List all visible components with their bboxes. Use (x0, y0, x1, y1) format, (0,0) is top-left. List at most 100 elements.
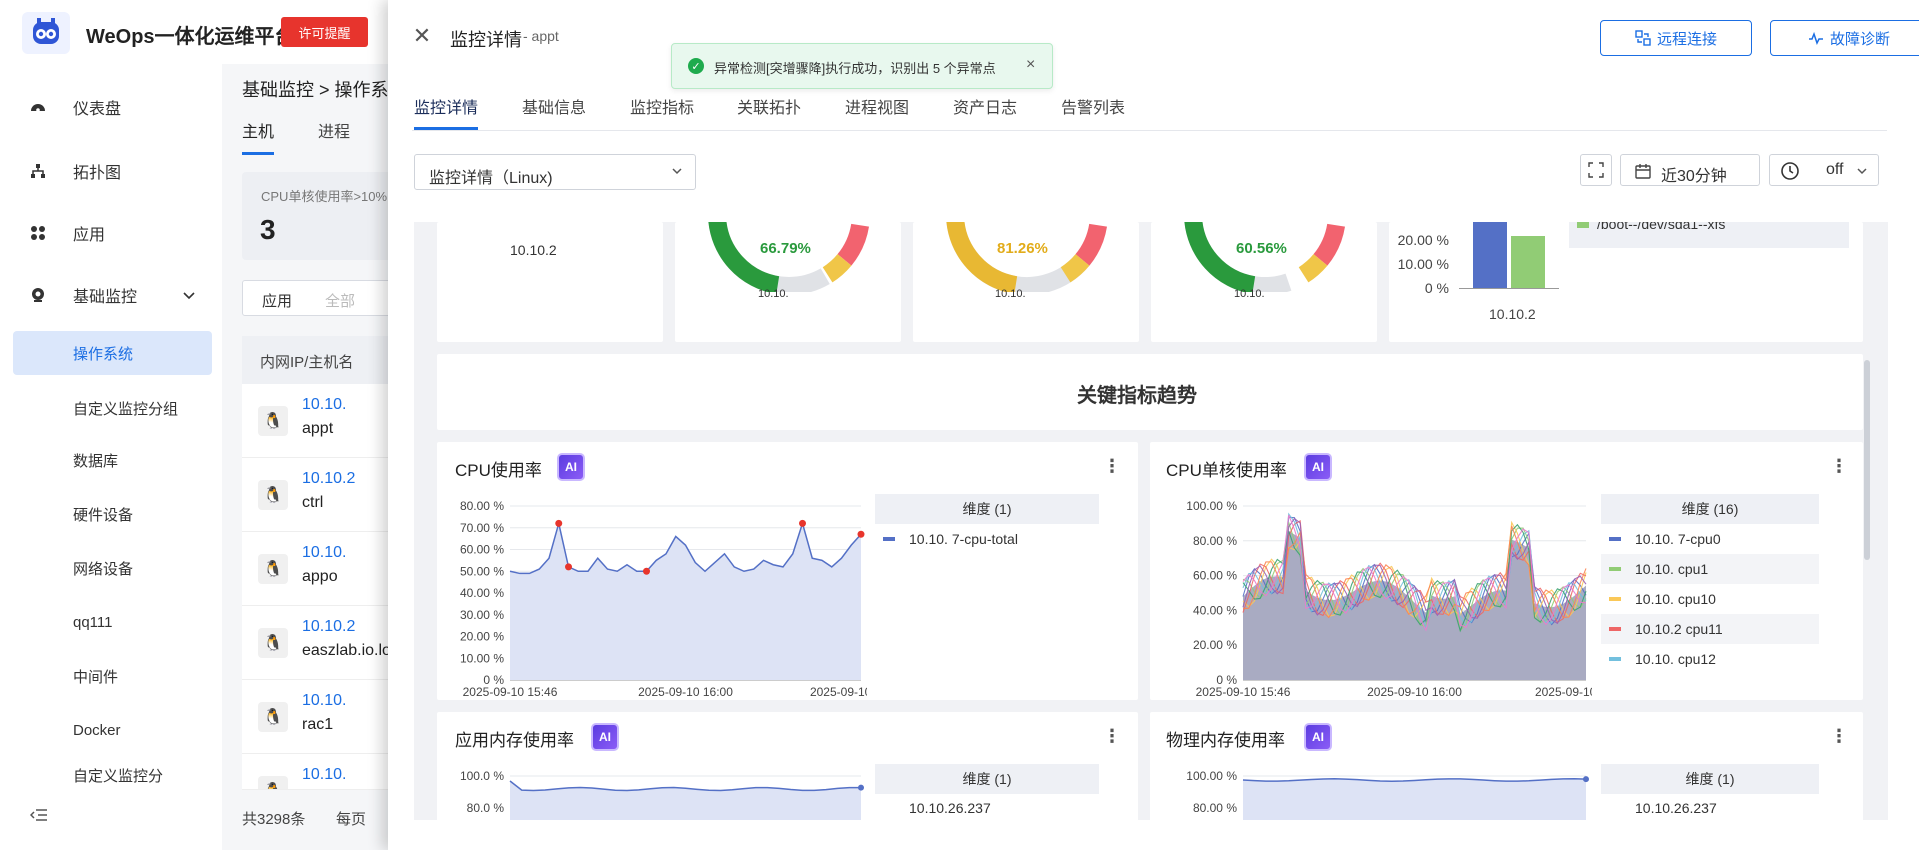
linux-icon: 🐧 (258, 406, 288, 436)
chart-card-app-memory: 应用内存使用率 AI ⋮ 100.0 % 80.0 % 维度 (1) 10.10.… (437, 712, 1138, 820)
tab-monitor-metrics[interactable]: 监控指标 (630, 94, 694, 118)
sidebar-item-dashboard[interactable]: 仪表盘 (0, 87, 222, 127)
table-row[interactable]: 🐧 10.10. appo (242, 532, 392, 606)
y-tick: 0 % (1424, 280, 1449, 296)
host-ip-label: 10.10.2 (510, 242, 557, 258)
legend-swatch (1577, 222, 1589, 228)
host-ip-link[interactable]: 10.10. (302, 766, 346, 784)
host-name: appt (302, 420, 334, 437)
sidebar-subitem-network[interactable]: 网络设备 (0, 548, 222, 588)
pulse-icon (1808, 31, 1823, 45)
anomaly-point (565, 563, 572, 571)
sidebar-item-label: 应用 (73, 227, 106, 244)
auto-refresh-select[interactable]: off (1769, 154, 1879, 186)
sidebar-item-basic-monitor[interactable]: 基础监控 (0, 275, 222, 315)
host-ip-link[interactable]: 10.10. (302, 692, 346, 710)
table-row[interactable]: 🐧 10.10. (242, 754, 392, 790)
active-tab-underline (414, 127, 478, 130)
tab-monitor-detail[interactable]: 监控详情 (414, 94, 478, 118)
tab-alert-list[interactable]: 告警列表 (1061, 94, 1125, 118)
app-name: WeOps一体化运维平台 (86, 26, 295, 48)
section-title: 关键指标趋势 (1077, 385, 1197, 407)
table-row[interactable]: 🐧 10.10. rac1 (242, 680, 392, 754)
sidebar-subitem-custom-group[interactable]: 自定义监控分组 (0, 385, 222, 435)
license-reminder-button[interactable]: 许可提醒 (281, 17, 368, 47)
table-row[interactable]: 🐧 10.10.2 easzlab.io.lo (242, 606, 392, 680)
sidebar-subitem-hardware[interactable]: 硬件设备 (0, 494, 222, 534)
x-tick: 2025-09-10 15:46 (463, 685, 558, 699)
host-name: rac1 (302, 716, 334, 733)
sidebar-subitem-os[interactable]: 操作系统 (13, 331, 212, 375)
sidebar-item-apps[interactable]: 应用 (0, 213, 222, 253)
sidebar-item-topology[interactable]: 拓扑图 (0, 151, 222, 191)
sidebar-subitem-docker[interactable]: Docker (0, 710, 222, 750)
stat-label: CPU单核使用率>10% (261, 189, 388, 204)
toast-close-icon[interactable]: × (1026, 56, 1035, 74)
legend-item[interactable]: 10.10. 7-cpu0 (1601, 524, 1819, 554)
tab-asset-log[interactable]: 资产日志 (953, 94, 1017, 118)
y-tick: 100.00 % (1186, 769, 1237, 783)
content-scrollbar[interactable] (1864, 360, 1870, 560)
tab-basic-info[interactable]: 基础信息 (522, 94, 586, 118)
gauge-ip: 10.10. (758, 288, 789, 300)
tab-process-view[interactable]: 进程视图 (845, 94, 909, 118)
sidebar-subitem-middleware[interactable]: 中间件 (0, 656, 222, 696)
gauge-ip: 10.10. (1234, 288, 1265, 300)
collapse-sidebar-icon[interactable] (30, 807, 48, 823)
table-row[interactable]: 🐧 10.10. appt (242, 384, 392, 458)
cpu-usage-plot: 80.00 % 70.00 % 60.00 % 50.00 % 40.00 % 30.00… (460, 499, 867, 699)
tab-host[interactable]: 主机 (242, 118, 274, 142)
app-filter-value: 全部 (325, 293, 356, 310)
sidebar-subitem-label: 自定义监控分 (73, 767, 164, 785)
ai-analysis-icon[interactable]: AI (1304, 723, 1332, 751)
host-ip-link[interactable]: 10.10. (302, 544, 346, 562)
monitor-icon (32, 288, 44, 302)
more-options-icon[interactable]: ⋮ (1103, 726, 1121, 747)
legend-item[interactable]: 10.10. cpu10 (1601, 584, 1819, 614)
legend-item[interactable]: 10.10. cpu12 (1601, 644, 1819, 674)
more-options-icon[interactable]: ⋮ (1103, 456, 1121, 477)
gauge-warn-zone (822, 253, 852, 283)
view-select[interactable]: 监控详情（Linux) (414, 154, 696, 190)
ai-analysis-icon[interactable]: AI (591, 723, 619, 751)
legend-item[interactable]: 10.10. cpu1 (1601, 554, 1819, 584)
disk-bar (1511, 236, 1545, 288)
time-range-picker[interactable]: 近30分钟 (1620, 154, 1760, 186)
remote-icon (1635, 30, 1651, 46)
disk-legend-row[interactable]: /boot--/dev/sda1--xfs (1569, 222, 1849, 248)
sidebar-subitem-label: 硬件设备 (73, 506, 134, 524)
y-tick: 30.00 % (460, 608, 504, 622)
host-ip-link[interactable]: 10.10.2 (302, 618, 355, 636)
more-options-icon[interactable]: ⋮ (1830, 456, 1848, 477)
gauge-card-memory: 81.26% 10.10. (913, 222, 1139, 342)
fault-diagnosis-button[interactable]: 故障诊断 (1770, 20, 1919, 56)
remote-connect-button[interactable]: 远程连接 (1600, 20, 1752, 56)
legend-item[interactable]: 10.10.26.237 (875, 794, 1099, 814)
cpu-core-usage-plot: 100.00 %80.00 %60.00 %40.00 %20.00 %0 %2… (1186, 499, 1592, 699)
gauge-danger-zone (1313, 223, 1346, 266)
host-ip-link[interactable]: 10.10. (302, 396, 346, 414)
host-name: appo (302, 568, 338, 585)
y-tick: 100.00 % (1186, 499, 1237, 513)
tab-topology[interactable]: 关联拓扑 (737, 94, 801, 118)
area-fill (1243, 778, 1586, 820)
sidebar-subitem-label: qq111 (73, 613, 113, 631)
sidebar-subitem-database[interactable]: 数据库 (0, 440, 222, 480)
legend-item[interactable]: 10.10. 7-cpu-total (875, 524, 1099, 554)
close-icon[interactable]: ✕ (412, 23, 432, 48)
tab-process[interactable]: 进程 (318, 118, 350, 142)
sidebar-subitem-custom-2[interactable]: 自定义监控分 (0, 755, 222, 795)
legend-header: 维度 (1) (875, 764, 1099, 794)
legend-item[interactable]: 10.10.26.237 (1601, 794, 1819, 814)
fullscreen-button[interactable] (1580, 154, 1612, 186)
table-row[interactable]: 🐧 10.10.2 ctrl (242, 458, 392, 532)
ai-analysis-icon[interactable]: AI (557, 453, 585, 481)
check-circle-icon: ✓ (688, 58, 704, 74)
y-tick: 20.00 % (460, 630, 504, 644)
sidebar-subitem-qq111[interactable]: qq111 (0, 602, 222, 642)
weops-logo-icon[interactable] (22, 12, 70, 54)
legend-item[interactable]: 10.10.2 cpu11 (1601, 614, 1819, 644)
host-ip-link[interactable]: 10.10.2 (302, 470, 355, 488)
ai-analysis-icon[interactable]: AI (1304, 453, 1332, 481)
more-options-icon[interactable]: ⋮ (1830, 726, 1848, 747)
